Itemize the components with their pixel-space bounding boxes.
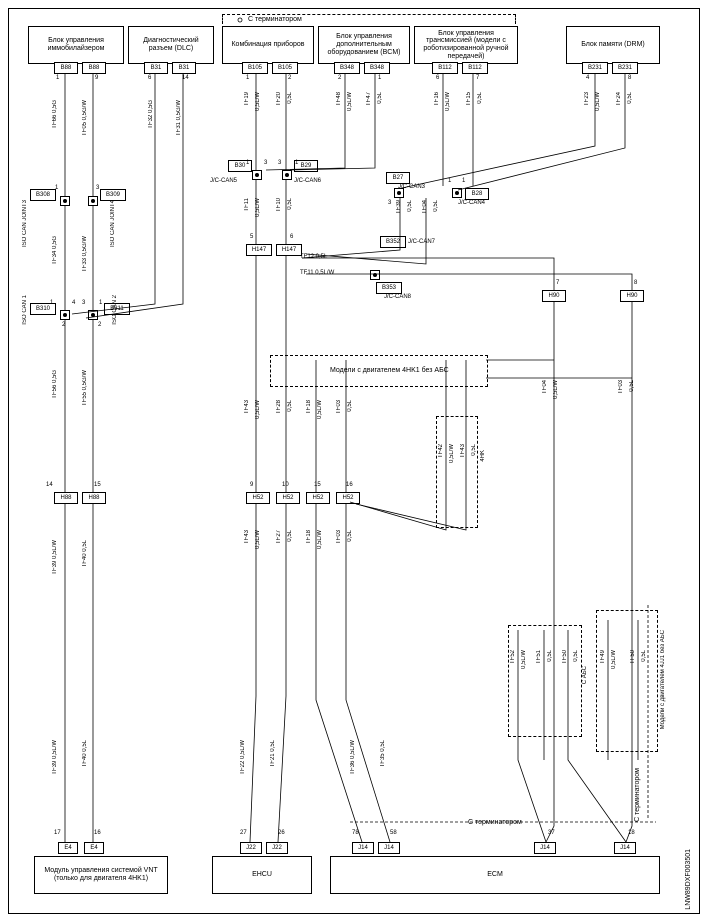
wire-network — [0, 0, 708, 922]
document-id: LNW89DXF003501 — [685, 849, 692, 910]
wiring-diagram: С терминатором Блок управления иммобилай… — [0, 0, 708, 922]
